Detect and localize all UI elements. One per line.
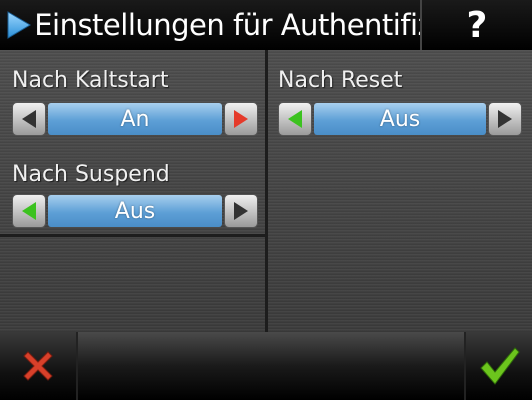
title-area: Einstellungen für Authentifizier xyxy=(0,0,420,50)
checkmark-icon xyxy=(480,347,520,385)
setting-label-suspend: Nach Suspend xyxy=(12,162,170,187)
previous-value-button[interactable] xyxy=(12,102,46,136)
previous-value-button[interactable] xyxy=(278,102,312,136)
footer-bar xyxy=(0,332,532,400)
selector-suspend: Aus xyxy=(12,194,258,228)
selector-reset: Aus xyxy=(278,102,522,136)
cancel-button[interactable] xyxy=(0,332,76,400)
right-arrow-icon xyxy=(234,110,248,128)
setting-value-kaltstart: An xyxy=(48,103,222,135)
setting-value-suspend: Aus xyxy=(48,195,222,227)
right-arrow-icon xyxy=(498,110,512,128)
close-x-icon xyxy=(23,351,53,381)
title-bar: Einstellungen für Authentifizier ? xyxy=(0,0,532,50)
panel-divider-vertical xyxy=(265,50,268,332)
left-arrow-icon xyxy=(22,202,36,220)
confirm-button[interactable] xyxy=(466,332,532,400)
left-arrow-icon xyxy=(22,110,36,128)
previous-value-button[interactable] xyxy=(12,194,46,228)
play-arrow-icon xyxy=(4,0,34,50)
setting-label-reset: Nach Reset xyxy=(278,68,403,93)
left-arrow-icon xyxy=(288,110,302,128)
setting-value-reset: Aus xyxy=(314,103,486,135)
setting-label-kaltstart: Nach Kaltstart xyxy=(12,68,169,93)
next-value-button[interactable] xyxy=(224,194,258,228)
help-button[interactable]: ? xyxy=(422,0,532,50)
selector-kaltstart: An xyxy=(12,102,258,136)
page-title: Einstellungen für Authentifizier xyxy=(34,8,420,42)
footer-spacer xyxy=(76,332,466,400)
next-value-button[interactable] xyxy=(488,102,522,136)
right-arrow-icon xyxy=(234,202,248,220)
next-value-button[interactable] xyxy=(224,102,258,136)
settings-area: Nach Kaltstart An Nach Reset Aus Nach Su… xyxy=(0,50,532,332)
panel-divider-horizontal xyxy=(0,234,265,237)
